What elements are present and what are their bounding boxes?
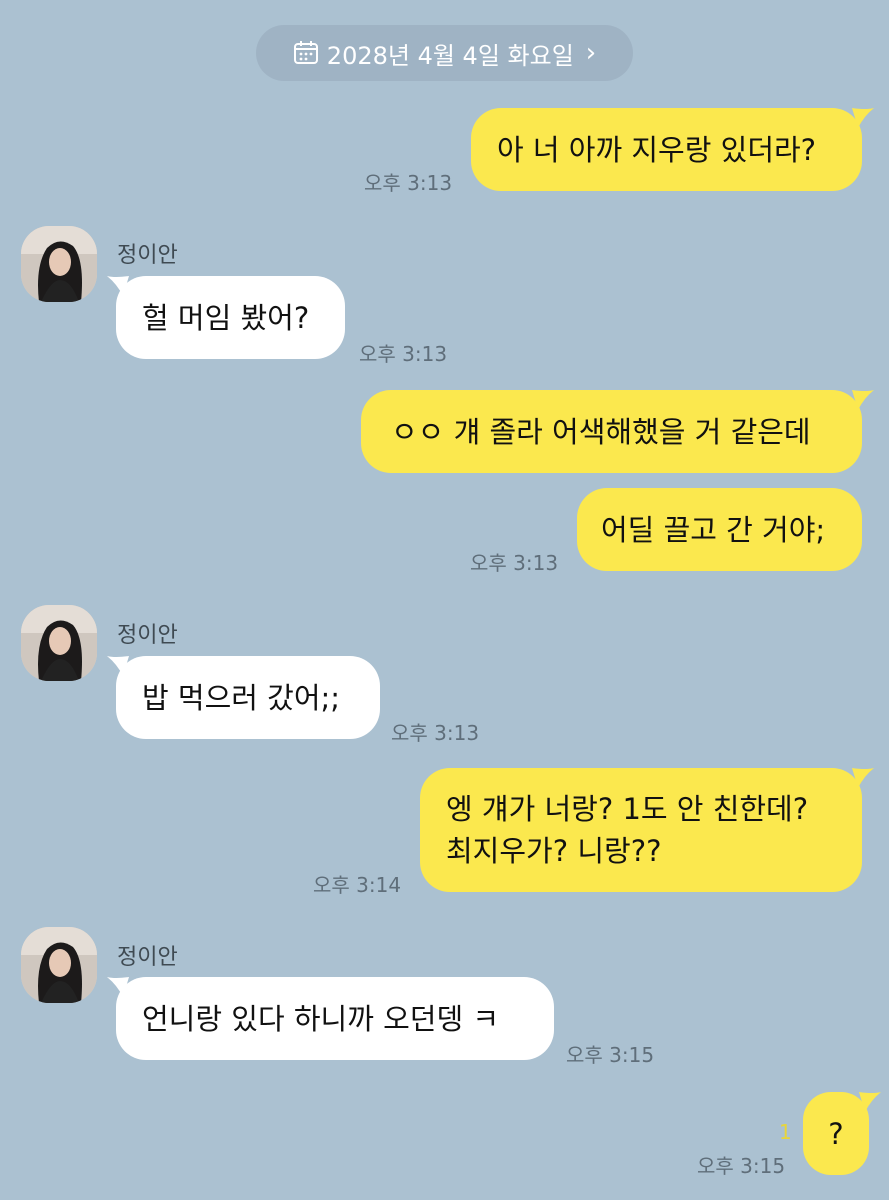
their-message-bubble[interactable]: 언니랑 있다 하니까 오던뎅 ㅋ <box>116 977 554 1060</box>
message-text-line: 엥 걔가 너랑? 1도 안 친한데? <box>446 792 809 826</box>
contact-name: 정이안 <box>117 243 178 268</box>
message-time: 오후 3:13 <box>470 551 559 575</box>
message-text: ? <box>828 1116 844 1151</box>
chevron-right-icon: › <box>585 38 597 68</box>
message-text-line: 최지우가? 니랑?? <box>446 834 662 868</box>
calendar-icon <box>293 40 319 66</box>
message-text: 언니랑 있다 하니까 오던뎅 ㅋ <box>142 1001 500 1036</box>
date-header[interactable]: 2028년 4월 4일 화요일 › <box>256 25 633 81</box>
bubble-tail <box>859 1092 881 1112</box>
message-time: 오후 3:13 <box>359 342 448 366</box>
bubble-tail <box>852 768 874 788</box>
my-message-bubble[interactable]: 아 너 아까 지우랑 있더라? <box>471 108 862 191</box>
their-message-bubble[interactable]: 밥 먹으러 갔어;; <box>116 656 380 739</box>
message-time: 오후 3:13 <box>364 171 453 195</box>
message-time: 오후 3:15 <box>566 1043 655 1067</box>
date-label: 2028년 4월 4일 화요일 <box>326 41 574 70</box>
my-message-bubble[interactable]: 어딜 끌고 간 거야; <box>577 488 862 571</box>
message-time: 오후 3:13 <box>391 721 480 745</box>
message-text: 헐 머임 봤어? <box>142 300 310 335</box>
message-text: 어딜 끌고 간 거야; <box>601 512 826 547</box>
my-message-bubble[interactable]: ㅇㅇ 걔 졸라 어색해했을 거 같은데 <box>361 390 862 473</box>
contact-avatar[interactable] <box>21 927 97 1003</box>
contact-name: 정이안 <box>117 623 178 648</box>
message-text: 아 너 아까 지우랑 있더라? <box>497 132 817 167</box>
message-time: 오후 3:15 <box>697 1154 786 1178</box>
unread-count: 1 <box>779 1120 792 1144</box>
message-time: 오후 3:14 <box>313 873 402 897</box>
contact-avatar[interactable] <box>21 226 97 302</box>
message-text: 밥 먹으러 갔어;; <box>142 680 341 715</box>
message-text: ㅇㅇ 걔 졸라 어색해했을 거 같은데 <box>391 414 811 449</box>
contact-name: 정이안 <box>117 945 178 970</box>
bubble-tail <box>852 108 874 128</box>
their-message-bubble[interactable]: 헐 머임 봤어? <box>116 276 345 359</box>
my-message-bubble[interactable]: 엥 걔가 너랑? 1도 안 친한데? 최지우가? 니랑?? <box>420 768 862 892</box>
contact-avatar[interactable] <box>21 605 97 681</box>
bubble-tail <box>852 390 874 410</box>
